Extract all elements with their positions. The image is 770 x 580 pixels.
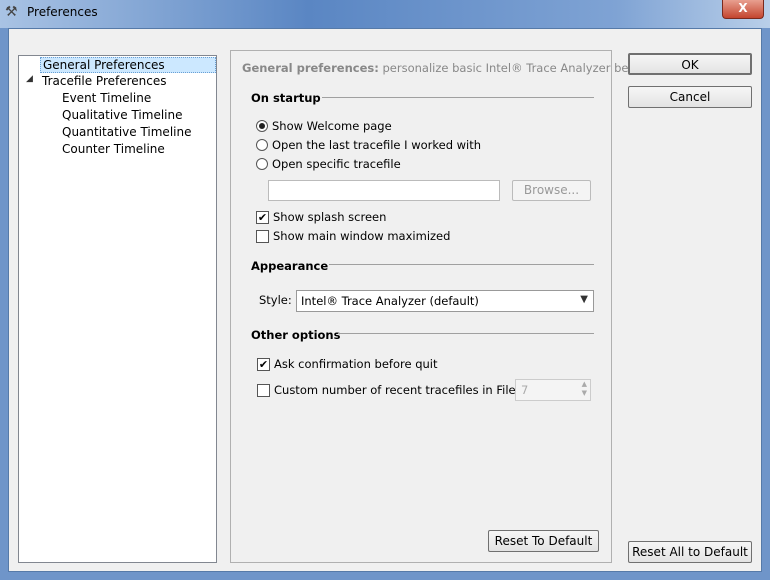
style-label: Style:: [259, 293, 292, 307]
spinner-value: 7: [521, 383, 529, 397]
spinner-arrows-icon[interactable]: ▲ ▼: [582, 380, 587, 398]
checkbox-ask-confirmation[interactable]: ✔ Ask confirmation before quit: [257, 357, 437, 371]
separator: [338, 333, 594, 334]
radio-icon: [256, 139, 268, 151]
reset-all-button[interactable]: Reset All to Default: [628, 541, 752, 563]
recent-count-spinner[interactable]: 7 ▲ ▼: [515, 379, 591, 401]
checkmark-icon: ✔: [257, 357, 270, 371]
checkmark-icon: ✔: [256, 210, 269, 224]
checkbox-label: Show splash screen: [273, 210, 387, 224]
reset-to-default-button[interactable]: Reset To Default: [488, 530, 599, 552]
checkbox-label: Custom number of recent tracefiles in Fi…: [274, 383, 557, 397]
panel-heading: General preferences: personalize basic I…: [242, 61, 665, 75]
radio-open-last[interactable]: Open the last tracefile I worked with: [256, 138, 481, 152]
radio-open-specific[interactable]: Open specific tracefile: [256, 157, 401, 171]
appearance-header: Appearance: [251, 259, 329, 273]
radio-label: Show Welcome page: [272, 119, 392, 133]
checkbox-icon: [256, 229, 269, 243]
radio-icon: [256, 158, 268, 170]
checkbox-custom-recent[interactable]: Custom number of recent tracefiles in Fi…: [257, 383, 556, 397]
radio-label: Open specific tracefile: [272, 157, 401, 171]
tools-icon: ⚒: [5, 4, 18, 20]
tree-item-counter-timeline[interactable]: Counter Timeline: [62, 142, 165, 156]
separator: [329, 264, 594, 265]
checkbox-icon: [257, 383, 270, 397]
tree-item-general-preferences[interactable]: General Preferences: [40, 57, 216, 73]
tree-item-tracefile-preferences[interactable]: Tracefile Preferences: [42, 74, 167, 88]
tree-item-event-timeline[interactable]: Event Timeline: [62, 91, 151, 105]
checkbox-main-maximized[interactable]: Show main window maximized: [256, 229, 450, 243]
dropdown-arrow-icon: ▼: [580, 294, 588, 305]
style-dropdown[interactable]: Intel® Trace Analyzer (default) ▼: [296, 290, 594, 312]
expand-triangle-icon[interactable]: ◢: [26, 74, 33, 84]
heading-description: personalize basic Intel® Trace Analyzer …: [382, 61, 665, 75]
tree-item-quantitative-timeline[interactable]: Quantitative Timeline: [62, 125, 191, 139]
tree-item-qualitative-timeline[interactable]: Qualitative Timeline: [62, 108, 183, 122]
radio-show-welcome[interactable]: Show Welcome page: [256, 119, 392, 133]
checkbox-show-splash[interactable]: ✔ Show splash screen: [256, 210, 386, 224]
cancel-button[interactable]: Cancel: [628, 86, 752, 108]
other-options-header: Other options: [251, 328, 341, 342]
heading-bold: General preferences:: [242, 61, 379, 75]
separator: [322, 97, 594, 98]
radio-label: Open the last tracefile I worked with: [272, 138, 482, 152]
tracefile-path-input[interactable]: [268, 180, 500, 201]
checkbox-label: Show main window maximized: [273, 229, 451, 243]
title-bar: [0, 0, 770, 28]
browse-button[interactable]: Browse...: [512, 180, 591, 201]
preferences-tree: General Preferences ◢ Tracefile Preferen…: [18, 55, 217, 563]
checkbox-label: Ask confirmation before quit: [274, 357, 438, 371]
close-button[interactable]: X: [722, 0, 764, 19]
style-value: Intel® Trace Analyzer (default): [301, 294, 479, 308]
window-title: Preferences: [27, 5, 98, 19]
ok-button[interactable]: OK: [628, 53, 752, 75]
general-preferences-panel: General preferences: personalize basic I…: [230, 50, 665, 563]
radio-selected-icon: [256, 120, 268, 132]
on-startup-header: On startup: [251, 91, 321, 105]
